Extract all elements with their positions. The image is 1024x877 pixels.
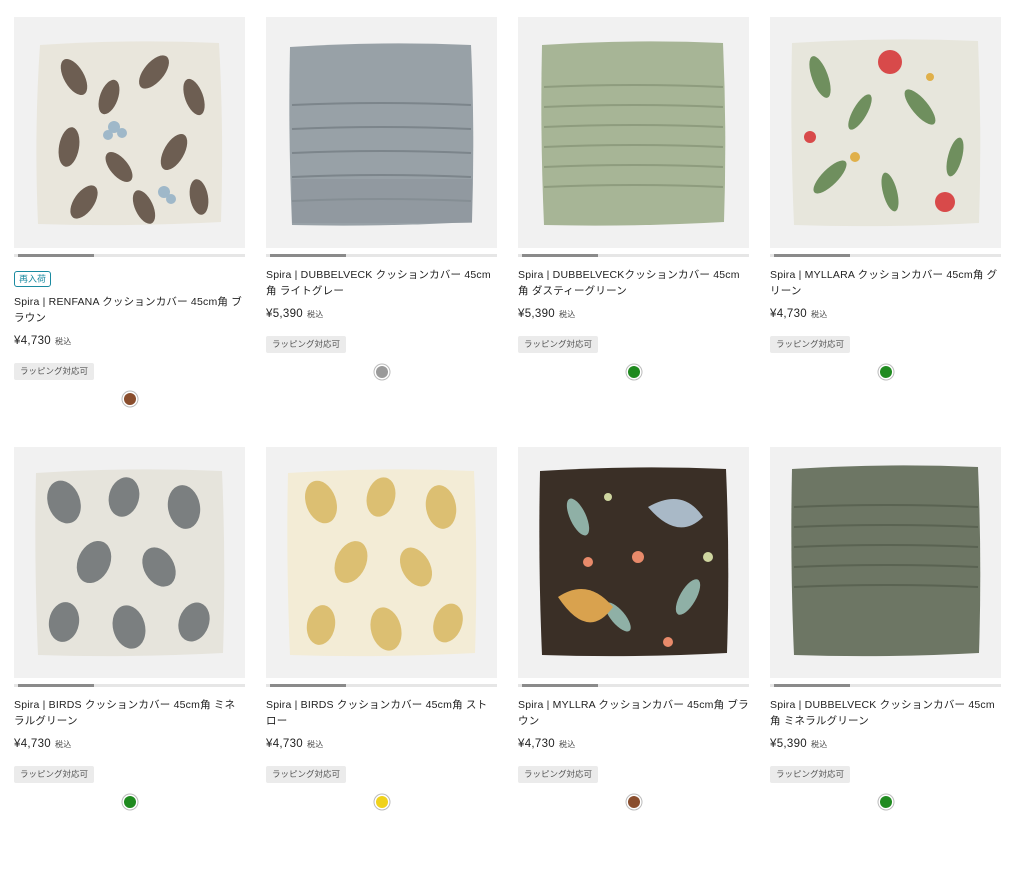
wrapping-tag: ラッピング対応可: [518, 766, 599, 783]
wrapping-tag: ラッピング対応可: [518, 336, 599, 353]
image-slider-track[interactable]: [770, 684, 1001, 687]
product-card[interactable]: Spira | MYLLARA クッションカバー 45cm角 グリーン ¥4,7…: [770, 17, 1001, 447]
product-card[interactable]: Spira | DUBBELVECK クッションカバー 45cm角 ライトグレー…: [266, 17, 497, 447]
product-image[interactable]: [770, 447, 1001, 678]
product-title[interactable]: Spira | RENFANA クッションカバー 45cm角 ブラウン: [14, 294, 245, 326]
product-image[interactable]: [518, 447, 749, 678]
image-slider-track[interactable]: [266, 254, 497, 257]
image-slider-track[interactable]: [266, 684, 497, 687]
product-price: ¥4,730 税込: [14, 335, 72, 347]
product-price: ¥4,730 税込: [518, 738, 576, 750]
product-price: ¥4,730 税込: [770, 308, 828, 320]
product-title[interactable]: Spira | MYLLARA クッションカバー 45cm角 グリーン: [770, 267, 1001, 299]
product-grid: 再入荷 Spira | RENFANA クッションカバー 45cm角 ブラウン …: [14, 17, 1001, 877]
image-slider-track[interactable]: [518, 254, 749, 257]
product-card[interactable]: Spira | DUBBELVECKクッションカバー 45cm角 ダスティーグリ…: [518, 17, 749, 447]
wrapping-tag: ラッピング対応可: [266, 766, 347, 783]
product-image[interactable]: [14, 17, 245, 248]
product-title[interactable]: Spira | DUBBELVECKクッションカバー 45cm角 ダスティーグリ…: [518, 267, 749, 299]
color-swatch[interactable]: [879, 365, 892, 378]
color-swatch[interactable]: [879, 795, 892, 808]
product-image[interactable]: [14, 447, 245, 678]
wrapping-tag: ラッピング対応可: [14, 363, 95, 380]
image-slider-track[interactable]: [518, 684, 749, 687]
color-swatch[interactable]: [123, 795, 136, 808]
product-image[interactable]: [266, 17, 497, 248]
product-card[interactable]: Spira | BIRDS クッションカバー 45cm角 ストロー ¥4,730…: [266, 447, 497, 877]
cushion-birds-yellow-image: [287, 469, 477, 657]
cushion-floral-light-image: [791, 39, 981, 227]
color-swatch[interactable]: [375, 365, 388, 378]
product-card[interactable]: 再入荷 Spira | RENFANA クッションカバー 45cm角 ブラウン …: [14, 17, 245, 447]
cushion-pleat-darkgreen-image: [791, 465, 981, 657]
cushion-pleat-green-image: [541, 41, 726, 226]
cushion-pleat-gray-image: [289, 43, 474, 226]
wrapping-tag: ラッピング対応可: [770, 336, 851, 353]
product-image[interactable]: [770, 17, 1001, 248]
color-swatch[interactable]: [123, 392, 136, 405]
color-swatch[interactable]: [627, 365, 640, 378]
product-image[interactable]: [266, 447, 497, 678]
image-slider-track[interactable]: [14, 684, 245, 687]
wrapping-tag: ラッピング対応可: [770, 766, 851, 783]
wrapping-tag: ラッピング対応可: [266, 336, 347, 353]
product-price: ¥4,730 税込: [266, 738, 324, 750]
restock-badge: 再入荷: [14, 271, 52, 287]
wrapping-tag: ラッピング対応可: [14, 766, 95, 783]
product-image[interactable]: [518, 17, 749, 248]
product-price: ¥5,390 税込: [770, 738, 828, 750]
product-title[interactable]: Spira | DUBBELVECK クッションカバー 45cm角 ライトグレー: [266, 267, 497, 299]
cushion-birds-gray-image: [35, 469, 225, 657]
product-card[interactable]: Spira | BIRDS クッションカバー 45cm角 ミネラルグリーン ¥4…: [14, 447, 245, 877]
cushion-leaves-brown-image: [36, 41, 223, 226]
product-title[interactable]: Spira | MYLLRA クッションカバー 45cm角 ブラウン: [518, 697, 749, 729]
product-price: ¥5,390 税込: [266, 308, 324, 320]
image-slider-track[interactable]: [14, 254, 245, 257]
cushion-floral-dark-image: [539, 467, 729, 657]
color-swatch[interactable]: [627, 795, 640, 808]
product-title[interactable]: Spira | DUBBELVECK クッションカバー 45cm角 ミネラルグリ…: [770, 697, 1001, 729]
product-price: ¥5,390 税込: [518, 308, 576, 320]
product-title[interactable]: Spira | BIRDS クッションカバー 45cm角 ストロー: [266, 697, 497, 729]
product-card[interactable]: Spira | MYLLRA クッションカバー 45cm角 ブラウン ¥4,73…: [518, 447, 749, 877]
product-price: ¥4,730 税込: [14, 738, 72, 750]
product-title[interactable]: Spira | BIRDS クッションカバー 45cm角 ミネラルグリーン: [14, 697, 245, 729]
product-card[interactable]: Spira | DUBBELVECK クッションカバー 45cm角 ミネラルグリ…: [770, 447, 1001, 877]
color-swatch[interactable]: [375, 795, 388, 808]
image-slider-track[interactable]: [770, 254, 1001, 257]
